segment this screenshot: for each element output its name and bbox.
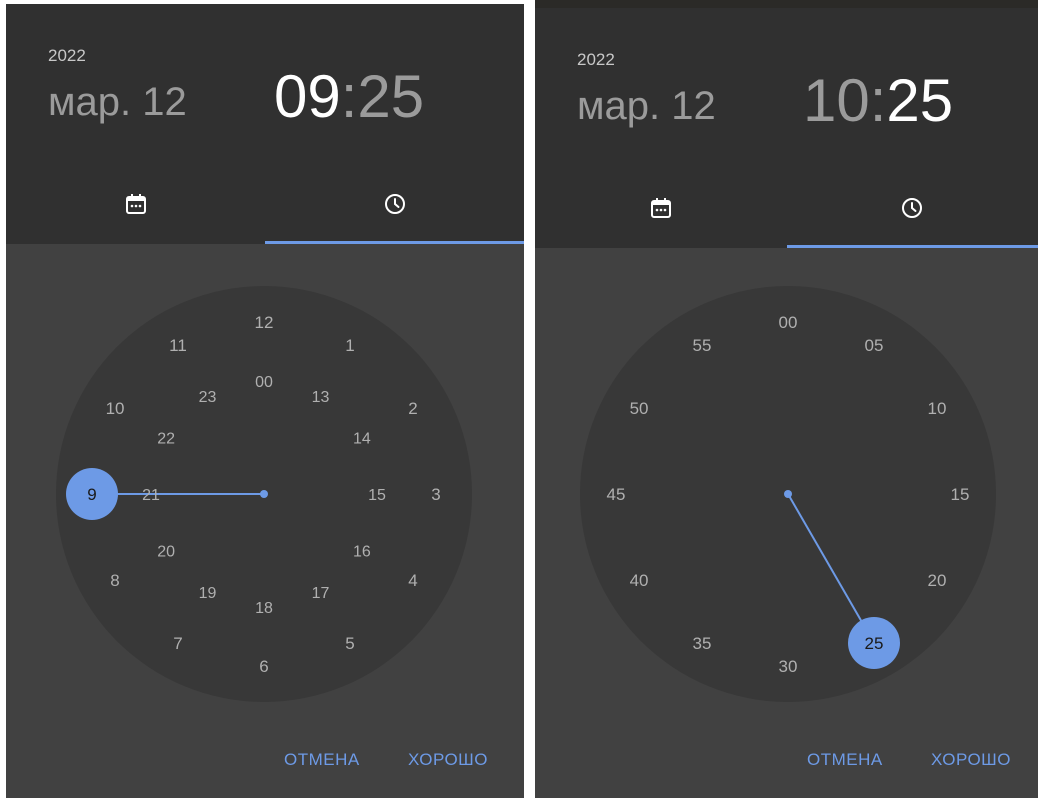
clock-icon xyxy=(384,194,405,214)
hour-24-label[interactable]: 23 xyxy=(199,389,217,406)
hour-24-label[interactable]: 15 xyxy=(368,487,386,504)
hour-24-label[interactable]: 13 xyxy=(312,389,330,406)
year-label[interactable]: 2022 xyxy=(577,50,615,70)
hour-label[interactable]: 4 xyxy=(408,571,417,590)
hour-label[interactable]: 7 xyxy=(173,634,182,653)
ok-button[interactable]: ХОРОШО xyxy=(408,750,488,770)
datetime-picker-hours: 2022 мар. 12 09:25 12123456789 xyxy=(6,4,524,798)
hour-24-label[interactable]: 17 xyxy=(312,585,330,602)
clock-area: 00 05 10 15 20 25 30 35 40 45 50 55 xyxy=(535,248,1038,748)
calendar-icon xyxy=(125,194,146,214)
picker-tabs xyxy=(6,164,524,244)
hour-label[interactable]: 11 xyxy=(169,336,187,355)
minute-label[interactable]: 55 xyxy=(693,336,712,355)
time-separator: : xyxy=(869,67,887,134)
clock-dial[interactable]: 00 05 10 15 20 25 30 35 40 45 50 55 xyxy=(535,248,1038,748)
hour-label[interactable]: 1 xyxy=(345,336,354,355)
clock-center-dot xyxy=(784,490,792,498)
ok-button[interactable]: ХОРОШО xyxy=(931,750,1011,770)
clock-icon xyxy=(902,198,923,218)
minutes-display[interactable]: 25 xyxy=(357,63,424,130)
minute-label[interactable]: 25 xyxy=(865,634,884,653)
picker-tabs xyxy=(535,168,1038,248)
hour-label[interactable]: 12 xyxy=(255,313,274,332)
minute-label[interactable]: 45 xyxy=(607,485,626,504)
date-label[interactable]: мар. 12 xyxy=(577,84,716,129)
minute-label[interactable]: 10 xyxy=(927,399,946,418)
picker-header: 2022 мар. 12 10:25 xyxy=(535,8,1038,168)
hour-24-label[interactable]: 19 xyxy=(199,585,217,602)
hour-24-label[interactable]: 16 xyxy=(353,544,371,561)
dialog-actions: ОТМЕНА ХОРОШО xyxy=(6,738,524,798)
hour-label[interactable]: 9 xyxy=(87,485,96,504)
date-label[interactable]: мар. 12 xyxy=(48,80,187,125)
time-display: 10:25 xyxy=(803,66,953,135)
hour-24-label[interactable]: 14 xyxy=(353,431,371,448)
hour-label[interactable]: 3 xyxy=(431,485,440,504)
clock-area: 12 1 2 3 4 5 6 7 8 9 10 11 00 13 14 15 16 17 18 19 20 21 22 23 xyxy=(6,244,524,744)
minute-label[interactable]: 20 xyxy=(927,571,946,590)
calendar-icon xyxy=(650,198,671,218)
minute-label[interactable]: 05 xyxy=(865,336,884,355)
clock-center-dot xyxy=(260,490,268,498)
datetime-picker-minutes: 2022 мар. 12 10:25 00 05 10 15 20 25 30 … xyxy=(535,8,1038,798)
cancel-button[interactable]: ОТМЕНА xyxy=(284,750,360,770)
minute-label[interactable]: 00 xyxy=(779,313,798,332)
clock-dial[interactable]: 121234567891011001314151617181920212223 xyxy=(6,244,524,744)
hour-24-label[interactable]: 21 xyxy=(142,487,160,504)
time-separator: : xyxy=(340,63,358,130)
time-display: 09:25 xyxy=(274,62,424,131)
minute-label[interactable]: 50 xyxy=(630,399,649,418)
tab-date[interactable] xyxy=(535,168,787,248)
hour-label[interactable]: 8 xyxy=(110,571,119,590)
dialog-actions: ОТМЕНА ХОРОШО xyxy=(535,738,1038,798)
hour-label[interactable]: 10 xyxy=(106,399,125,418)
minute-label[interactable]: 30 xyxy=(779,657,798,676)
picker-header: 2022 мар. 12 09:25 xyxy=(6,4,524,164)
tab-time[interactable] xyxy=(787,168,1038,248)
hour-label[interactable]: 5 xyxy=(345,634,354,653)
hours-display[interactable]: 10 xyxy=(803,67,870,134)
minute-label[interactable]: 40 xyxy=(630,571,649,590)
hour-24-label[interactable]: 20 xyxy=(157,544,175,561)
hours-display[interactable]: 09 xyxy=(274,63,341,130)
minute-label[interactable]: 35 xyxy=(693,634,712,653)
tab-time[interactable] xyxy=(265,164,524,244)
tab-date[interactable] xyxy=(6,164,265,244)
hour-24-label[interactable]: 18 xyxy=(255,600,273,617)
minute-label[interactable]: 15 xyxy=(951,485,970,504)
hour-label[interactable]: 2 xyxy=(408,399,417,418)
hour-24-label[interactable]: 00 xyxy=(255,374,273,391)
hour-24-label[interactable]: 22 xyxy=(157,431,175,448)
minutes-display[interactable]: 25 xyxy=(886,67,953,134)
cancel-button[interactable]: ОТМЕНА xyxy=(807,750,883,770)
hour-label[interactable]: 6 xyxy=(259,657,268,676)
year-label[interactable]: 2022 xyxy=(48,46,86,66)
